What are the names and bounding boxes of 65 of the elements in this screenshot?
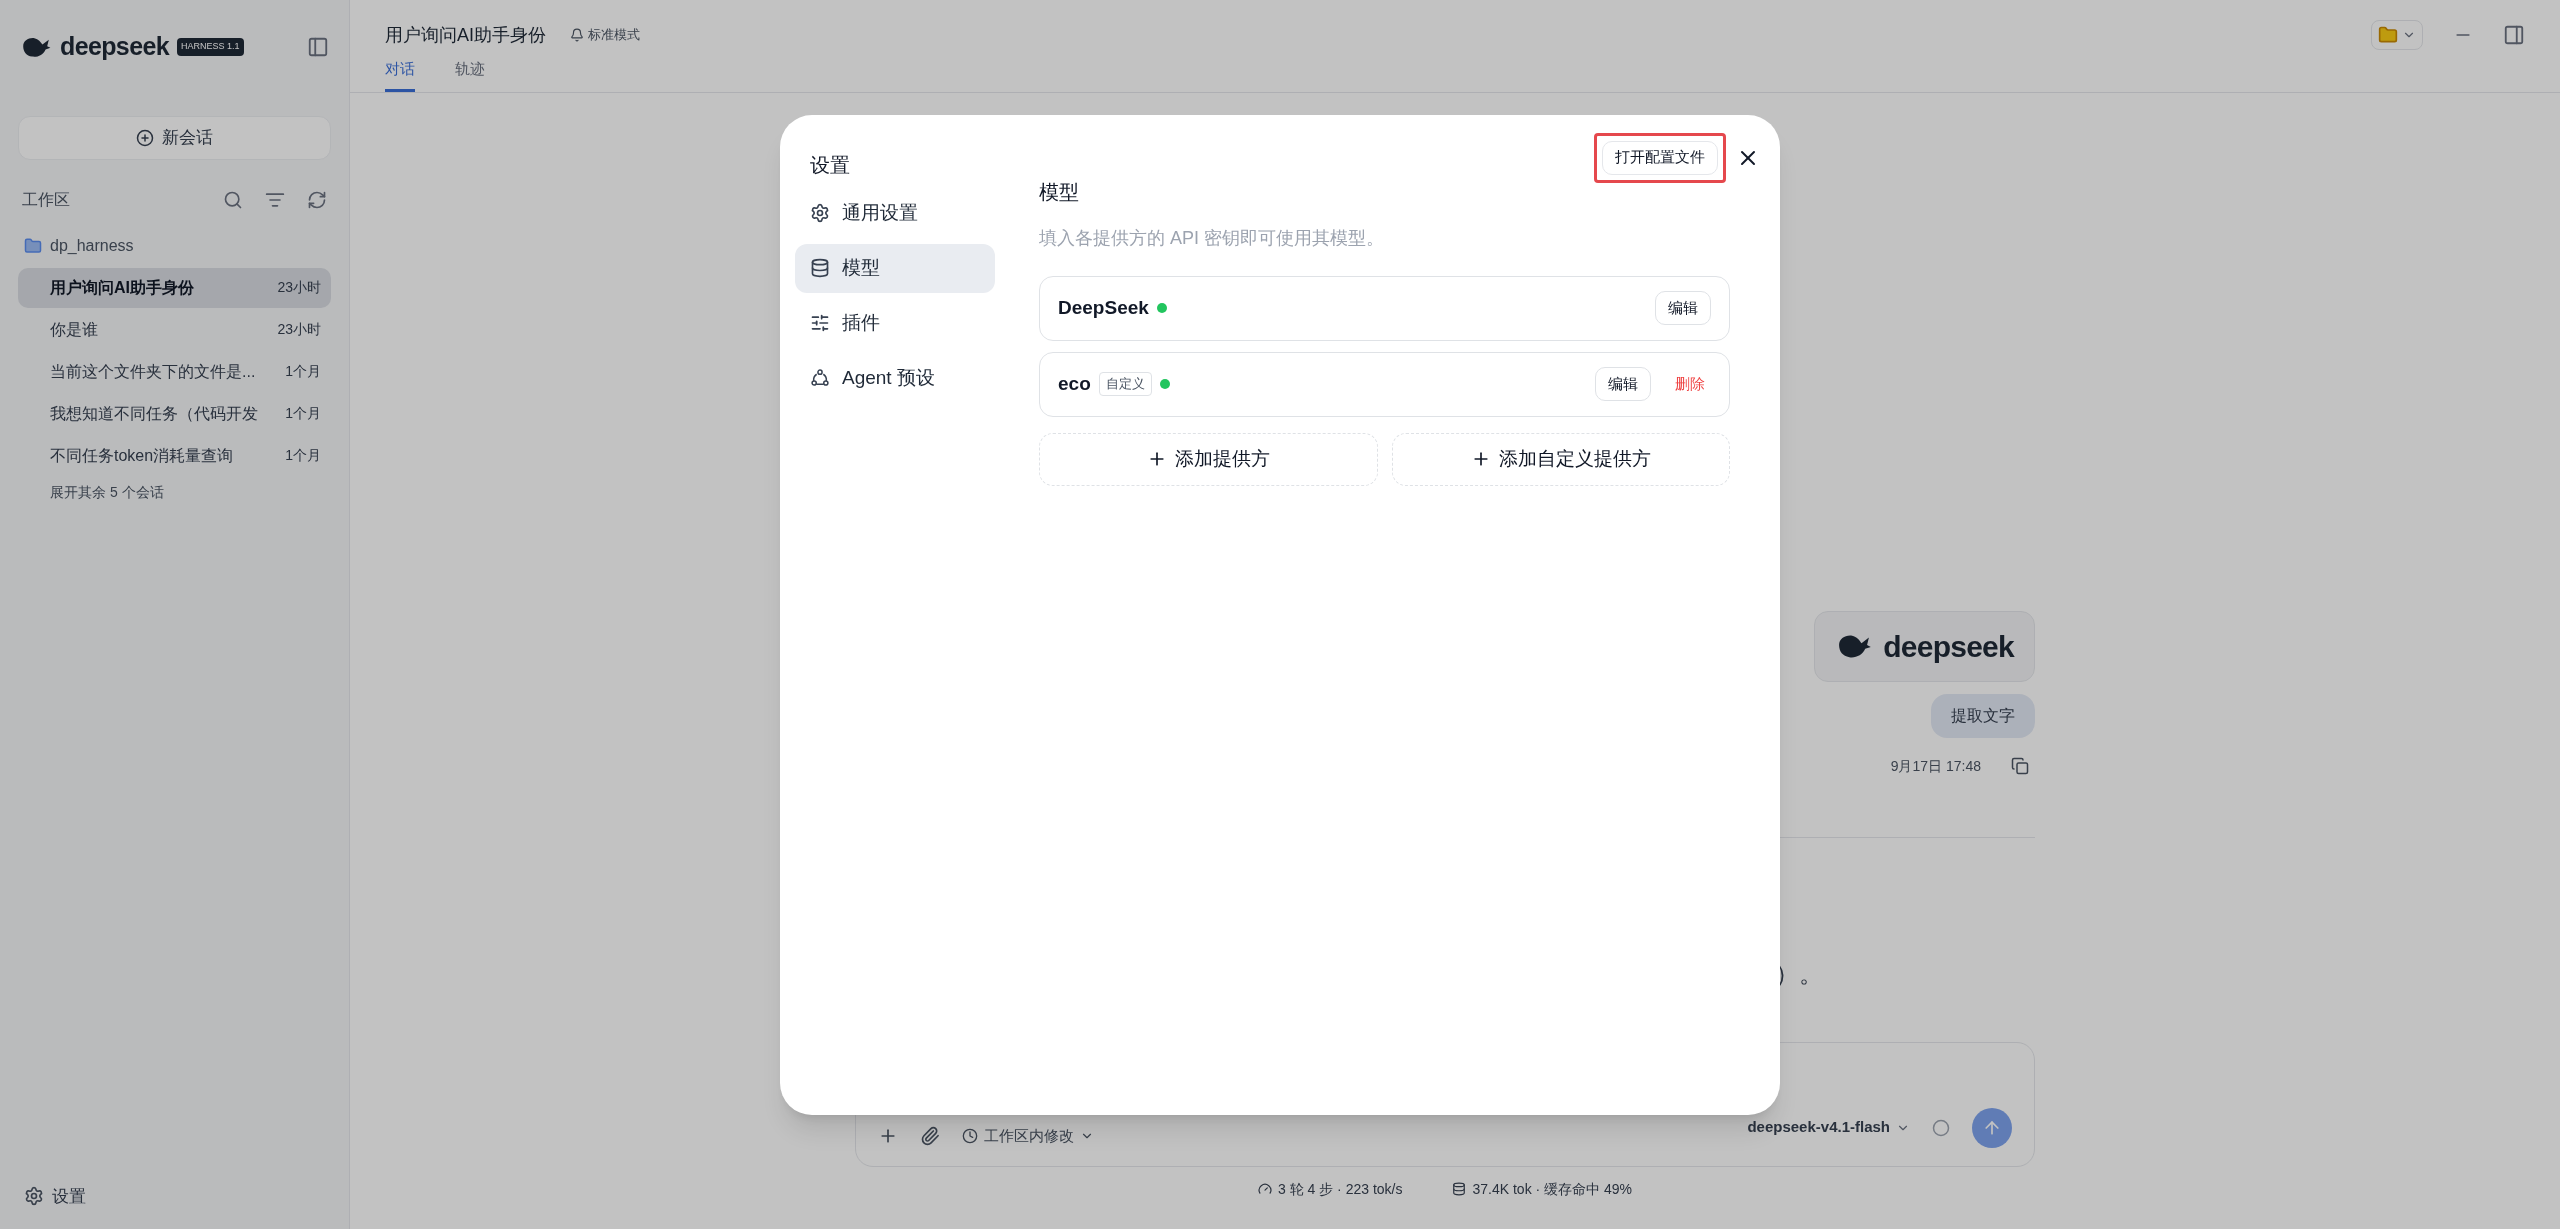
search-icon[interactable]: [223, 189, 243, 210]
settings-icon[interactable]: [24, 1186, 44, 1207]
conversation-item[interactable]: 我想知道不同任务（代码开发 1个月: [18, 393, 331, 434]
sliders-icon: [810, 313, 830, 333]
settings-nav-item[interactable]: 通用设置: [795, 188, 995, 238]
open-config-button[interactable]: 打开配置文件: [1602, 140, 1718, 175]
context-icon: [1932, 1118, 1950, 1137]
panel-toggle-icon[interactable]: [2503, 24, 2525, 46]
conversation-item[interactable]: 当前这个文件夹下的文件是... 1个月: [18, 351, 331, 392]
speed-stat: 3 轮 4 步 · 223 tok/s: [1278, 1179, 1403, 1199]
add-provider-button[interactable]: 添加自定义提供方: [1391, 432, 1730, 486]
dialog-title: 设置: [810, 152, 850, 178]
folder-icon: [24, 236, 42, 255]
delete-button[interactable]: 删除: [1669, 372, 1711, 396]
provider-name: DeepSeek: [1058, 295, 1149, 320]
app-logo: deepseek: [60, 31, 169, 62]
logo-text: deepseek: [1883, 628, 2014, 665]
user-message: 提取文字: [1931, 693, 2035, 738]
conversation-item[interactable]: 用户询问AI助手身份 23小时: [18, 267, 331, 308]
folder-icon: [2378, 25, 2398, 45]
database-icon: [810, 258, 830, 278]
settings-nav-item[interactable]: 模型: [795, 243, 995, 293]
custom-tag: 自定义: [1098, 372, 1152, 396]
edit-button[interactable]: 编辑: [1595, 367, 1651, 401]
gauge-icon: [1258, 1182, 1272, 1196]
refresh-icon[interactable]: [307, 189, 327, 210]
mode-label[interactable]: 标准模式: [570, 25, 640, 45]
conversation-item[interactable]: 不同任务token消耗量查询 1个月: [18, 435, 331, 476]
view-tab[interactable]: 轨迹: [455, 58, 485, 92]
nav-label: 模型: [842, 255, 880, 280]
nav-label: Agent 预设: [842, 365, 935, 390]
conversation-item[interactable]: 你是谁 23小时: [18, 309, 331, 350]
settings-link[interactable]: 设置: [52, 1183, 86, 1209]
new-chat-button[interactable]: 新会话: [18, 115, 331, 160]
nav-label: 通用设置: [842, 200, 918, 225]
copy-icon[interactable]: [2011, 757, 2029, 775]
add-provider-button[interactable]: 添加提供方: [1039, 432, 1378, 486]
sidebar-toggle-icon[interactable]: [307, 35, 329, 58]
edit-button[interactable]: 编辑: [1655, 291, 1711, 325]
settings-nav-item[interactable]: Agent 预设: [795, 353, 995, 403]
image-attachment[interactable]: deepseek: [1814, 610, 2035, 682]
settings-nav-item[interactable]: 插件: [795, 298, 995, 348]
section-description: 填入各提供方的 API 密钥即可使用其模型。: [1039, 226, 1385, 250]
show-more-link[interactable]: 展开其余 5 个会话: [18, 481, 331, 503]
workspace-label: 工作区: [22, 189, 70, 210]
nav-label: 插件: [842, 310, 880, 335]
clock-icon: [962, 1128, 978, 1145]
message-timestamp: 9月17日 17:48: [1890, 756, 1981, 776]
attach-icon[interactable]: [920, 1126, 940, 1147]
token-stat: 37.4K tok · 缓存命中 49%: [1472, 1179, 1632, 1199]
send-button[interactable]: [1972, 1107, 2012, 1148]
plus-circle-icon: [136, 128, 154, 147]
view-tab[interactable]: 对话: [385, 58, 415, 92]
bell-icon: [570, 28, 584, 42]
folder-dropdown[interactable]: [2371, 20, 2423, 50]
folder-name[interactable]: dp_harness: [50, 233, 134, 258]
nodes-icon: [810, 368, 830, 388]
model-dropdown[interactable]: deepseek-v4.1-flash: [1747, 1116, 1910, 1139]
gear-icon: [810, 203, 830, 223]
version-badge: HARNESS 1.1: [176, 38, 244, 56]
database-icon: [1452, 1182, 1467, 1196]
section-title: 模型: [1039, 179, 1080, 205]
chat-title: 用户询问AI助手身份: [385, 23, 546, 47]
edit-mode-dropdown[interactable]: 工作区内修改: [962, 1125, 1094, 1148]
provider-name: eco: [1058, 371, 1091, 396]
